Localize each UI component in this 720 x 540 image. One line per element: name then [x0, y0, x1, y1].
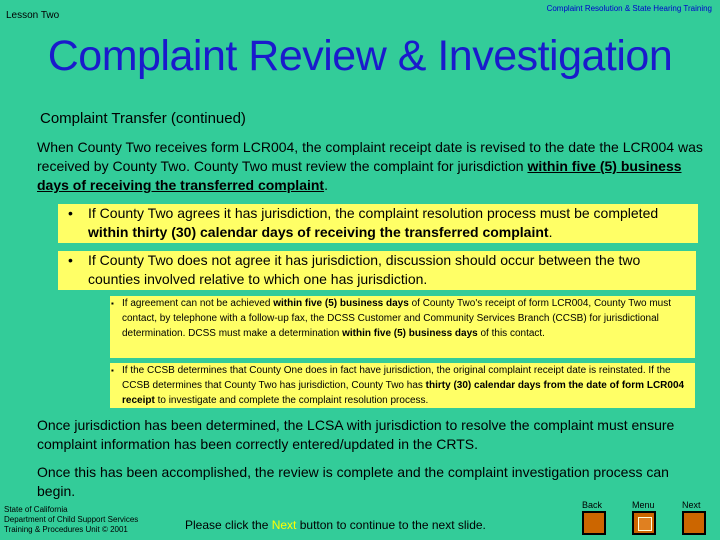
menu-square-icon [638, 517, 652, 531]
sub-text-2: to investigate and complete the complain… [154, 395, 429, 406]
bullet-text: If County Two agrees it has jurisdiction… [88, 204, 694, 242]
org-line-1: State of California [4, 505, 68, 514]
sub-bold-1: within five (5) business days [273, 298, 409, 309]
closing-paragraph-1: Once jurisdiction has been determined, t… [37, 417, 675, 452]
bullet-glyph: • [68, 205, 73, 221]
back-label: Back [582, 500, 603, 510]
cta-before: Please click the [185, 518, 272, 532]
instruction-text: Please click the Next button to continue… [185, 518, 486, 532]
cta-next-word: Next [271, 518, 297, 532]
slide-title: Complaint Review & Investigation [47, 32, 673, 80]
org-line-2: Department of Child Support Services [4, 515, 139, 524]
intro-end: . [324, 177, 328, 193]
sub-bullet-glyph: ▪ [111, 366, 114, 375]
sub-text-3: of this contact. [477, 328, 545, 339]
section-subtitle: Complaint Transfer (continued) [40, 110, 246, 127]
intro-paragraph: When County Two receives form LCR004, th… [37, 138, 707, 195]
bullet-text-end: . [548, 224, 553, 240]
menu-label: Menu [632, 500, 655, 510]
lesson-label: Lesson Two [6, 10, 60, 21]
bullet-text-bold: within thirty (30) calendar days of rece… [88, 224, 549, 240]
bullet-agree-jurisdiction: • If County Two agrees it has jurisdicti… [58, 204, 698, 243]
closing-paragraph-2: Once this has been accomplished, the rev… [37, 464, 669, 499]
course-title: Complaint Resolution & State Hearing Tra… [546, 4, 712, 13]
bullet-text: If County Two does not agree it has juri… [88, 252, 641, 287]
sub-bullet-glyph: ▪ [111, 299, 114, 308]
sub-text-1: If agreement can not be achieved [122, 298, 274, 309]
sub-bold-2: within five (5) business days [342, 328, 478, 339]
sub-bullet-ccsb: ▪ If the CCSB determines that County One… [110, 363, 695, 408]
bullet-text-plain: If County Two agrees it has jurisdiction… [88, 205, 659, 221]
sub-bullet-agreement: ▪ If agreement can not be achieved withi… [110, 296, 695, 358]
bullet-disagree-jurisdiction: • If County Two does not agree it has ju… [58, 251, 696, 290]
organization-credit: State of California Department of Child … [4, 505, 138, 535]
back-button[interactable] [582, 511, 606, 535]
org-line-3: Training & Procedures Unit © 2001 [4, 525, 128, 534]
sub-bullet-text: If the CCSB determines that County One d… [122, 363, 691, 408]
menu-button[interactable] [632, 511, 656, 535]
next-label: Next [682, 500, 701, 510]
bullet-glyph: • [68, 252, 73, 268]
cta-after: button to continue to the next slide. [296, 518, 486, 532]
sub-bullet-text: If agreement can not be achieved within … [122, 296, 691, 341]
next-button[interactable] [682, 511, 706, 535]
